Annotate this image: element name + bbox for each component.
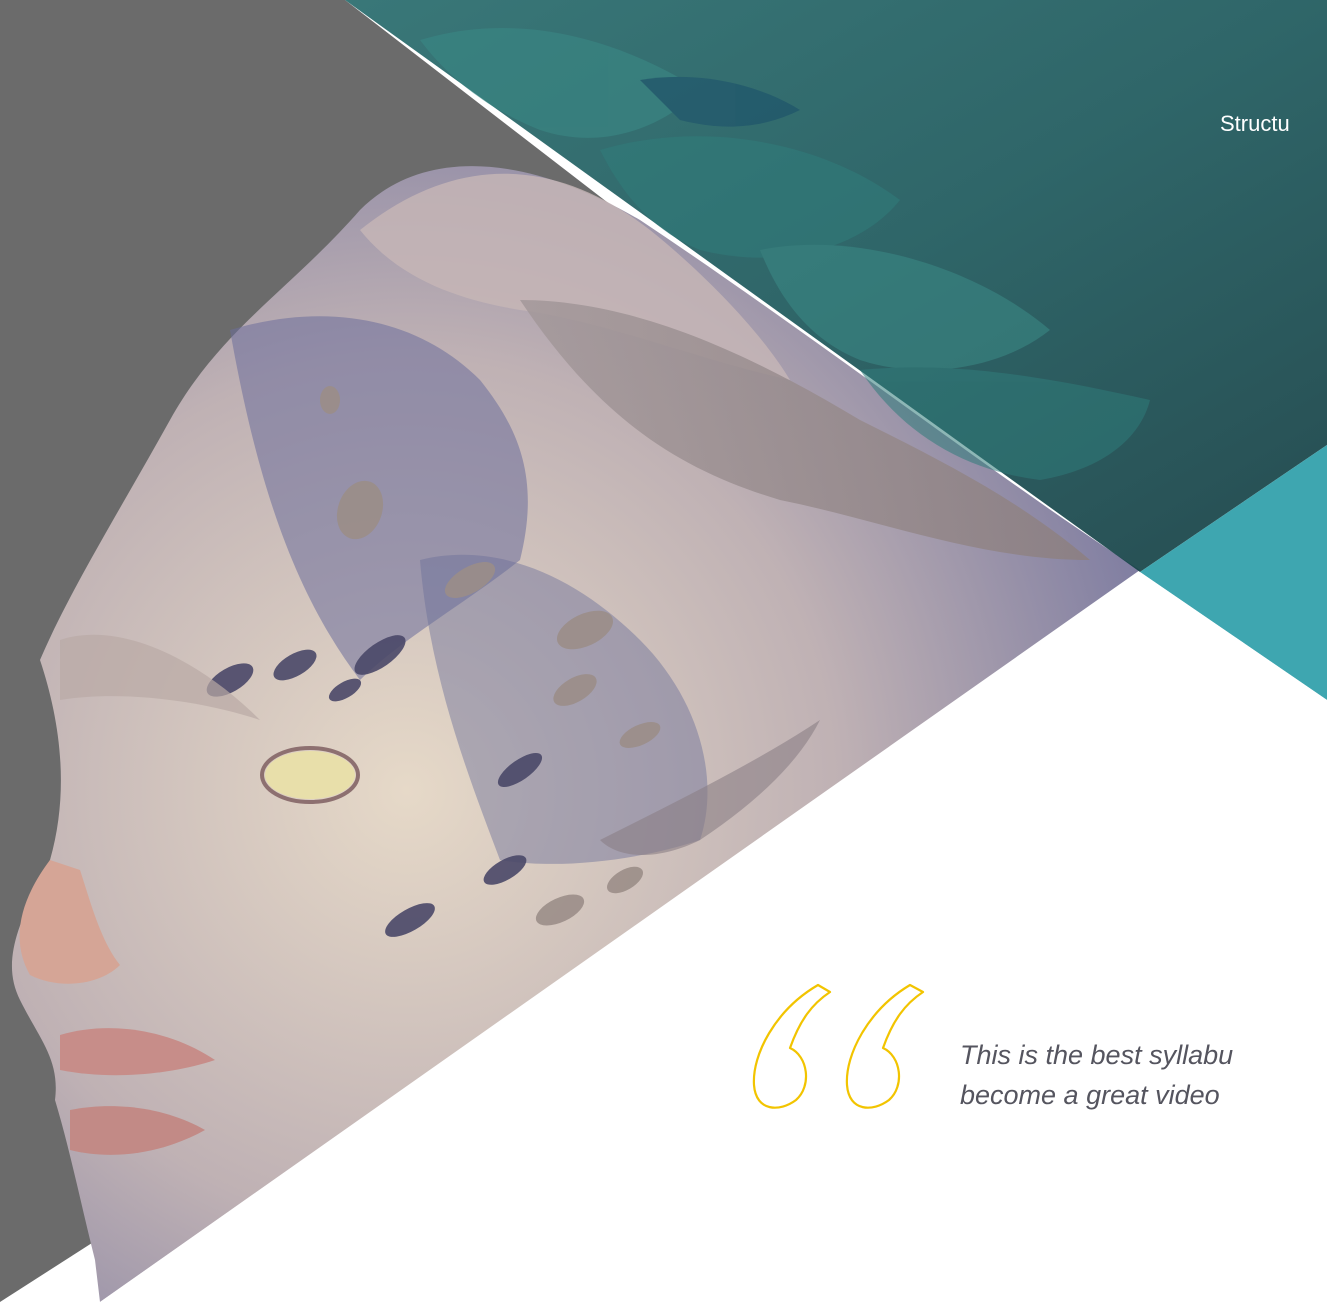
structure-label: Structu — [1220, 111, 1290, 136]
testimonial-quote: This is the best syllabu become a great … — [960, 1035, 1233, 1115]
testimonial-line-1: This is the best syllabu — [960, 1040, 1234, 1070]
testimonial-line-2: become a great video — [960, 1080, 1220, 1110]
